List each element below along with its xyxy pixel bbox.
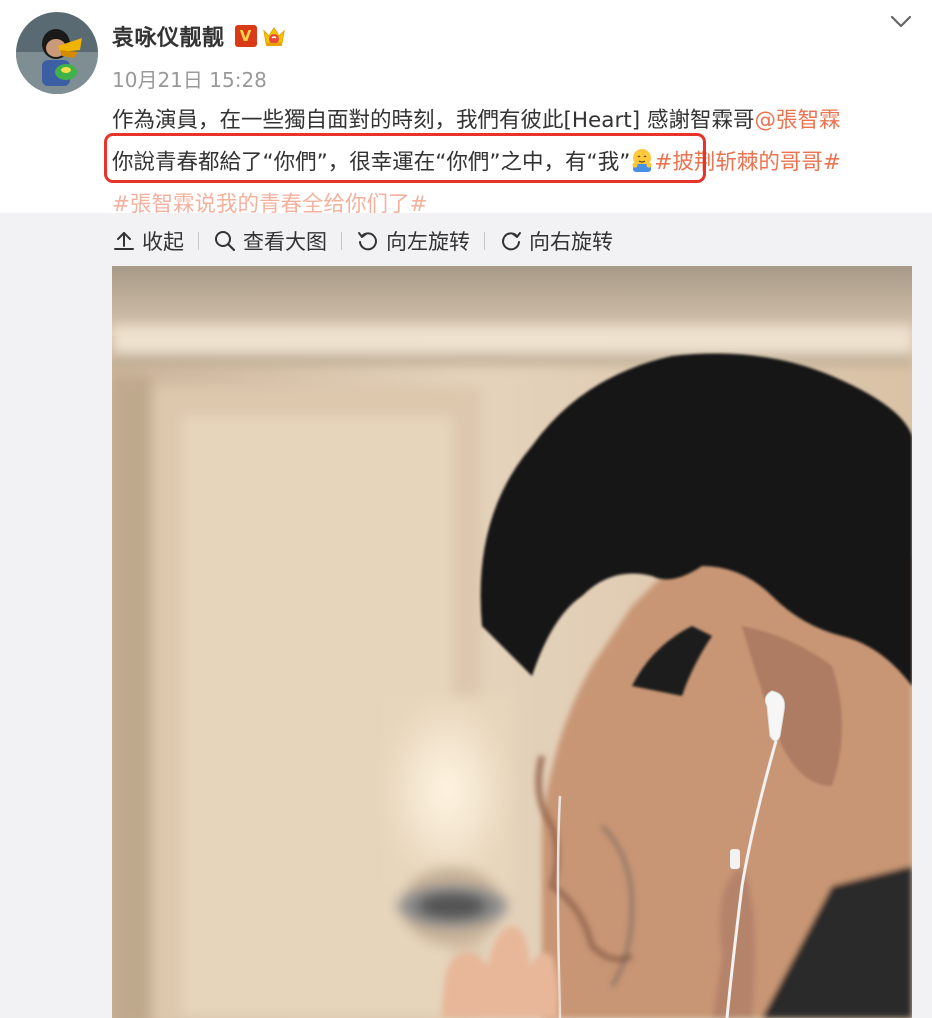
rotate-right-label: 向右旋转 [529, 230, 613, 254]
toolbar-divider [341, 232, 342, 250]
search-icon [215, 231, 236, 252]
collapse-icon [114, 232, 134, 250]
rotate-left-button[interactable]: 向左旋转 [356, 221, 470, 261]
post-line-2: 你說青春都給了“你們”，很幸運在“你們”之中，有“我” #披荆斩棘的哥哥# [112, 142, 922, 184]
rotate-left-label: 向左旋转 [386, 230, 470, 254]
mention-link[interactable]: @張智霖 [754, 108, 840, 133]
verified-icon: V [234, 25, 257, 47]
collapse-label: 收起 [142, 230, 184, 254]
rotate-right-icon [502, 232, 521, 251]
view-large-button[interactable]: 查看大图 [213, 221, 327, 261]
media-area: 收起 查看大图 向左旋转 向右旋转 [0, 213, 932, 1018]
author-row: 袁咏仪靓靓 V [112, 20, 287, 52]
verified-badge-letter: V [239, 27, 252, 45]
rotate-right-button[interactable]: 向右旋转 [499, 221, 613, 261]
media-toolbar: 收起 查看大图 向左旋转 向右旋转 [112, 221, 613, 261]
hashtag-link[interactable]: #披荆斩棘的哥哥# [654, 150, 841, 175]
view-large-label: 查看大图 [243, 230, 327, 254]
post-line-1: 作為演員，在一些獨自面對的時刻，我們有彼此[Heart] 感謝智霖哥@張智霖 [112, 100, 922, 142]
toolbar-divider [198, 232, 199, 250]
post-text-segment: 作為演員，在一些獨自面對的時刻，我們有彼此[Heart] 感謝智霖哥 [112, 108, 755, 133]
post-text: 作為演員，在一些獨自面對的時刻，我們有彼此[Heart] 感謝智霖哥@張智霖 你… [112, 100, 922, 226]
chevron-down-icon[interactable] [888, 10, 914, 32]
author-name[interactable]: 袁咏仪靓靓 [112, 20, 225, 52]
avatar[interactable] [16, 12, 98, 94]
post-text-segment: 你說青春都給了“你們”，很幸運在“你們”之中，有“我” [112, 150, 631, 175]
crown-icon [261, 24, 287, 48]
post-photo[interactable] [112, 266, 912, 1018]
post-header: 袁咏仪靓靓 V 10月21日 15:28 作為演員，在一些獨自面對的時刻，我們有… [0, 0, 932, 217]
rotate-left-icon [358, 232, 377, 251]
toolbar-divider [484, 232, 485, 250]
collapse-button[interactable]: 收起 [112, 221, 184, 261]
post-timestamp[interactable]: 10月21日 15:28 [112, 64, 267, 93]
photo-image [112, 266, 912, 1018]
hug-emoji-icon [630, 147, 654, 173]
